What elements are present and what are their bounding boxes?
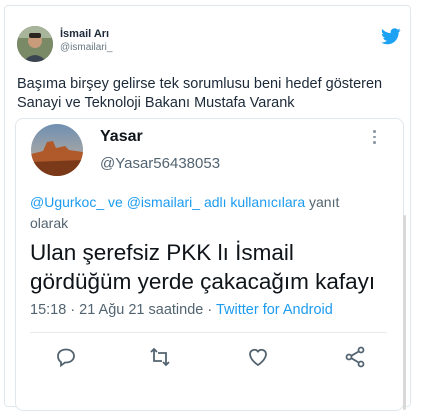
avatar-photo (17, 26, 53, 62)
embedded-text-line: gördüğüm yerde çakacağım kafayı (30, 269, 376, 294)
tweet-text-line: Başıma birşey gelirse tek sorumlusu beni… (17, 76, 383, 92)
reply-mention: @Ugurkoc_ (30, 194, 105, 210)
divider (30, 332, 387, 333)
embedded-tweet-text: Ulan şerefsiz PKK lı İsmail gördüğüm yer… (30, 238, 400, 296)
reply-icon (54, 345, 78, 369)
reply-mention: @ismailari_ (126, 194, 201, 210)
landscape-photo (31, 124, 83, 176)
reply-suffix: adlı kullanıcılara (200, 194, 306, 210)
embedded-meta: 15:18 · 21 Ağu 21 saatinde · Twitter for… (30, 302, 333, 318)
timestamp: 15:18 · 21 Ağu 21 saatinde · (30, 302, 216, 318)
twitter-bird-icon[interactable] (381, 28, 403, 46)
tweet-author[interactable]: İsmail Arı @ismailari_ (60, 27, 112, 55)
author-handle[interactable]: @ismailari_ (60, 41, 112, 55)
author-name[interactable]: İsmail Arı (60, 27, 112, 41)
reply-and: ve (104, 194, 127, 210)
tweet-text-line: Sanayi ve Teknoloji Bakanı Mustafa Varan… (17, 95, 295, 111)
source-link: Twitter for Android (215, 302, 333, 318)
embedded-text-line: Ulan şerefsiz PKK lı İsmail (30, 240, 294, 265)
reply-context: @Ugurkoc_ ve @ismailari_ adlı kullanıcıl… (30, 192, 380, 234)
scrollbar[interactable] (403, 215, 406, 410)
like-icon (246, 345, 270, 369)
embedded-name: Yasar (100, 128, 143, 145)
retweet-icon (148, 345, 172, 369)
author-avatar[interactable] (17, 26, 53, 62)
more-options-icon (373, 130, 377, 144)
embedded-avatar (31, 124, 83, 176)
share-icon (343, 345, 367, 369)
tweet-text: Başıma birşey gelirse tek sorumlusu beni… (17, 75, 402, 113)
embedded-handle: @Yasar56438053 (100, 155, 221, 172)
